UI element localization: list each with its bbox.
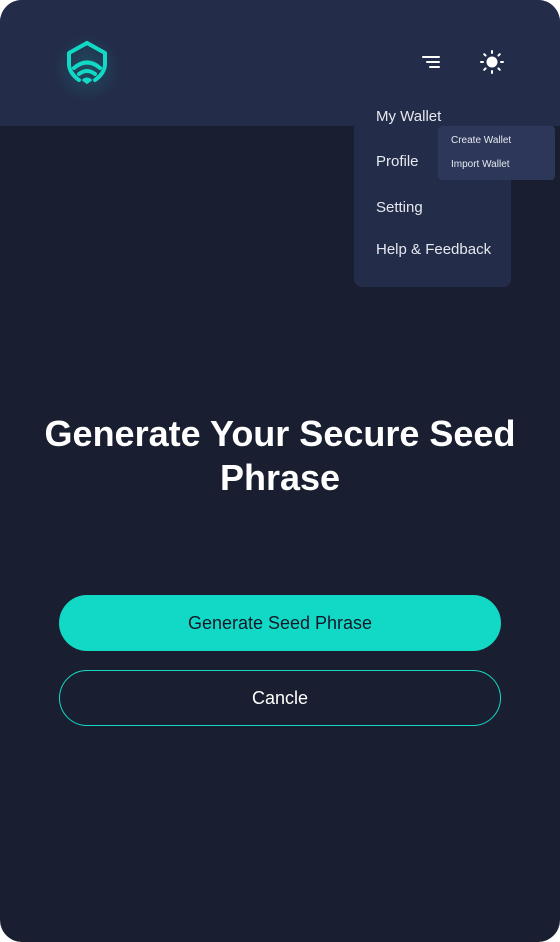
shield-wifi-icon (67, 41, 107, 84)
menu-item-setting[interactable]: Setting (376, 199, 423, 216)
page-title: Generate Your Secure Seed Phrase (44, 413, 516, 498)
menu-item-my-wallet[interactable]: My Wallet (376, 108, 441, 125)
menu-item-help-feedback[interactable]: Help & Feedback (376, 241, 491, 258)
generate-seed-phrase-button[interactable]: Generate Seed Phrase (59, 595, 501, 651)
nav-dropdown-menu: My Wallet Profile Setting Help & Feedbac… (354, 96, 511, 287)
submenu-item-create-wallet[interactable]: Create Wallet (451, 135, 511, 146)
app-screen: My Wallet Profile Setting Help & Feedbac… (0, 0, 560, 942)
logo[interactable] (52, 30, 122, 100)
menu-lines-icon[interactable] (418, 50, 444, 74)
submenu-item-import-wallet[interactable]: Import Wallet (451, 159, 510, 170)
menu-item-profile[interactable]: Profile (376, 153, 419, 170)
cancel-button[interactable]: Cancle (59, 670, 501, 726)
wallet-submenu: Create Wallet Import Wallet (438, 126, 555, 180)
sun-icon[interactable] (478, 48, 506, 76)
